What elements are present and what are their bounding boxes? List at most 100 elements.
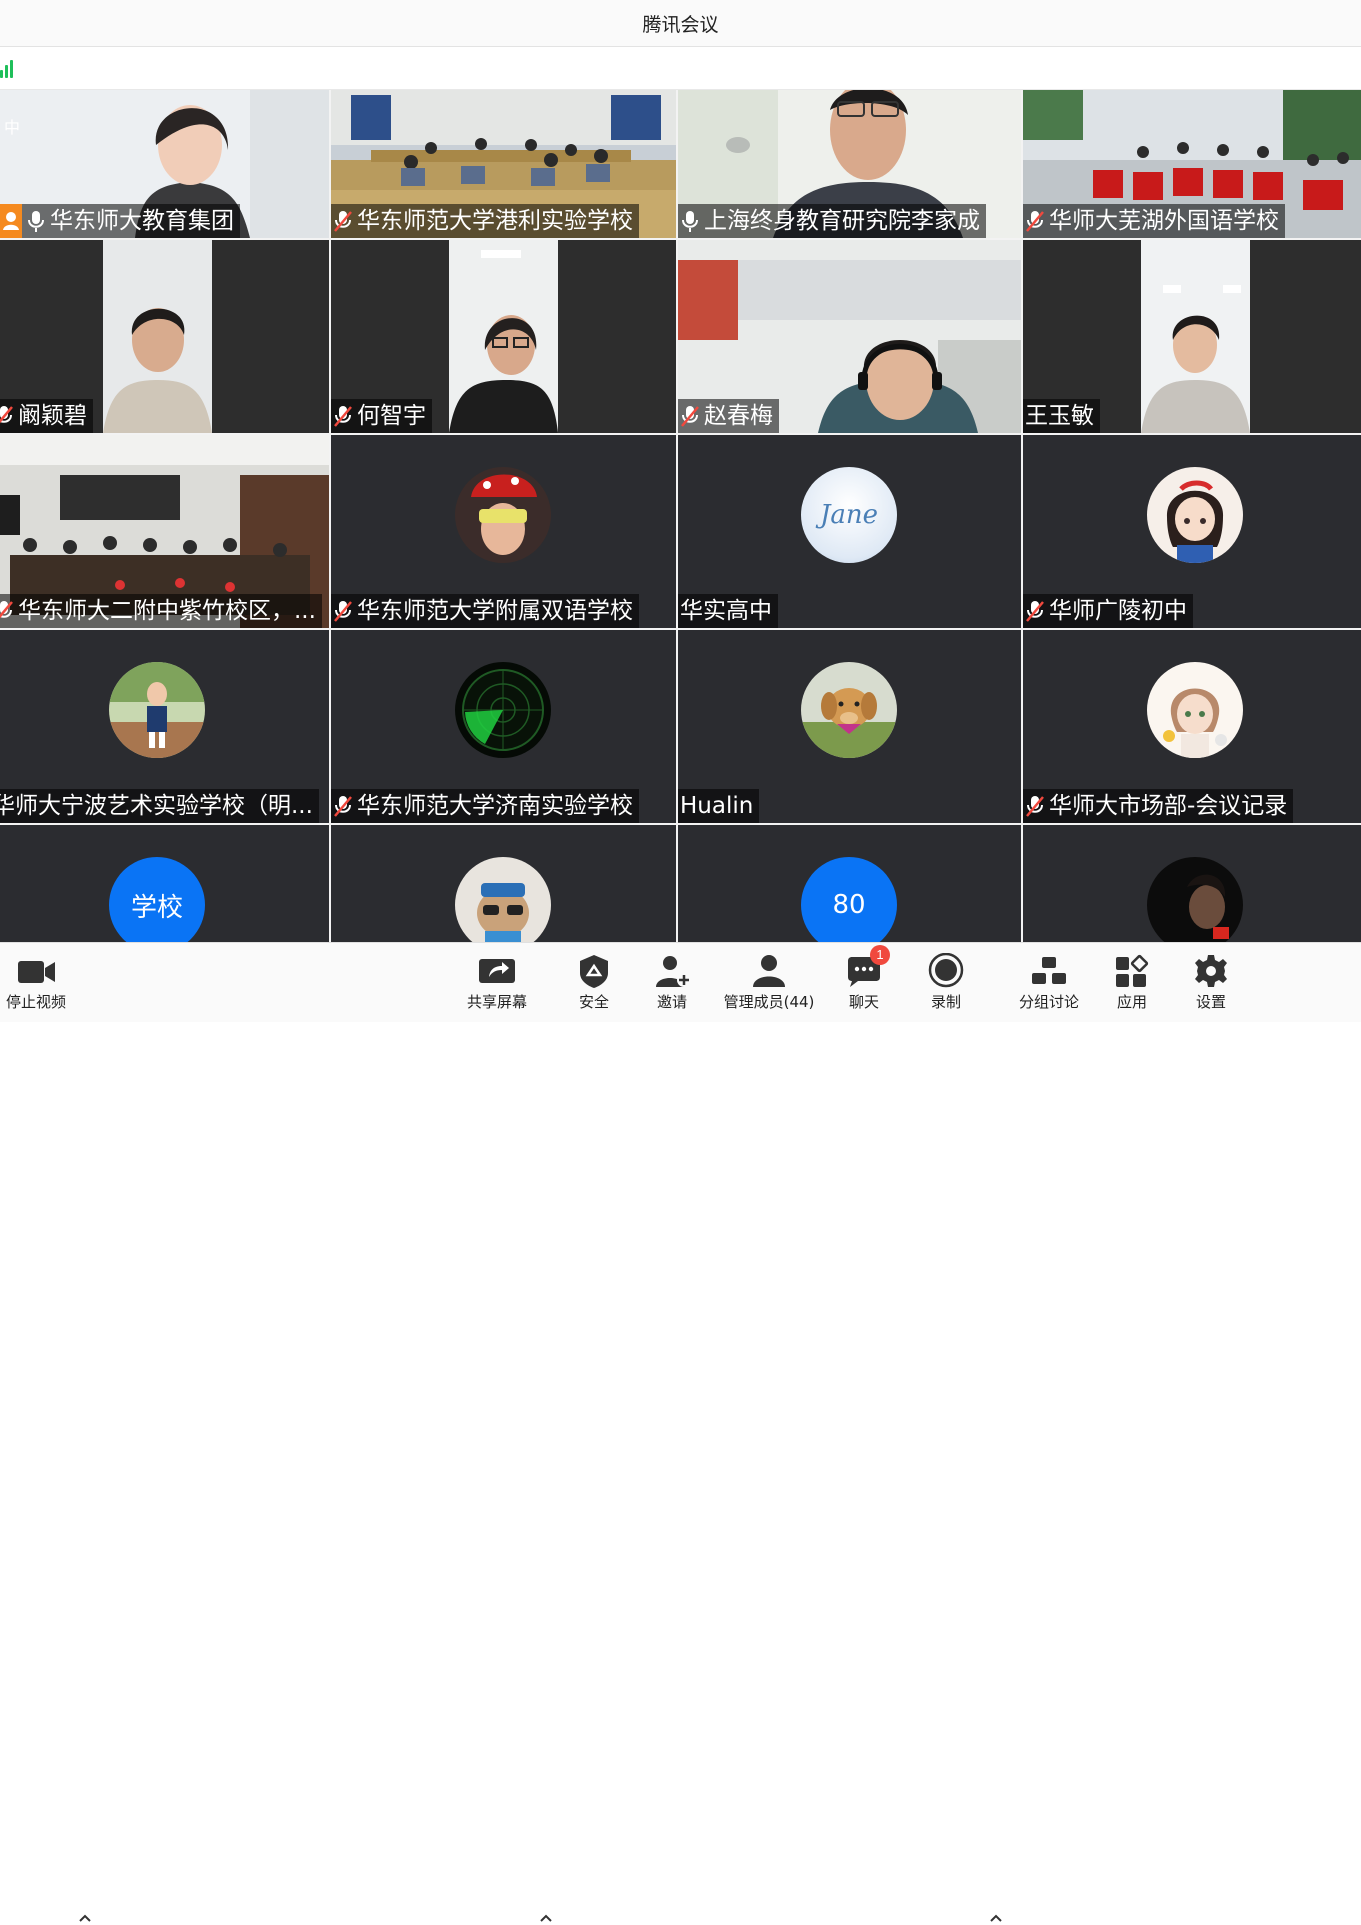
participant-name: 华师大宁波艺术实验学校（明... — [0, 793, 313, 819]
manage-members-button[interactable]: 管理成员(44) — [718, 943, 820, 1022]
stop-video-label: 停止视频 — [5, 993, 66, 1011]
video-tile[interactable]: 华师大宁波艺术实验学校（明... — [0, 630, 329, 823]
security-button[interactable]: 安全 — [570, 943, 618, 1022]
apps-button[interactable]: 应用 — [1108, 943, 1156, 1022]
share-screen-icon — [475, 953, 519, 989]
microphone-muted-icon — [333, 599, 353, 623]
video-tile[interactable]: 华东师大二附中紫竹校区，... — [0, 435, 329, 628]
video-tile[interactable]: 赵春梅 — [678, 240, 1021, 433]
invite-button[interactable]: 邀请 — [648, 943, 696, 1022]
title-bar: 腾讯会议 — [0, 0, 1361, 47]
breakout-rooms-label: 分组讨论 — [1018, 993, 1079, 1011]
participant-label: 王玉敏 — [1023, 399, 1100, 433]
participant-avatar — [455, 467, 551, 563]
video-tile[interactable]: 阚颖碧 — [0, 240, 329, 433]
participant-avatar: 学校 — [109, 857, 205, 942]
participant-name: 上海终身教育研究院李家成 — [704, 208, 980, 234]
participant-label: 华师大宁波艺术实验学校（明... — [0, 789, 319, 823]
participant-avatar — [1147, 662, 1243, 758]
breakout-rooms-icon — [1027, 953, 1071, 989]
microphone-muted-icon — [333, 404, 353, 428]
participant-avatar — [455, 857, 551, 942]
video-tile[interactable] — [1023, 825, 1361, 942]
participant-label: 华师大芜湖外国语学校 — [1023, 204, 1285, 238]
apps-grid-icon — [1110, 953, 1154, 989]
share-options-chevron-icon[interactable] — [539, 1911, 553, 1925]
video-tile[interactable]: 学校 — [0, 825, 329, 942]
participant-name: 赵春梅 — [704, 403, 773, 429]
microphone-muted-icon — [1025, 794, 1045, 818]
participant-label: 上海终身教育研究院李家成 — [678, 204, 986, 238]
video-tile[interactable]: 华师大芜湖外国语学校 — [1023, 90, 1361, 238]
avatar-text: Jane — [819, 500, 879, 530]
participant-name: 王玉敏 — [1025, 403, 1094, 429]
participant-name: 华东师范大学济南实验学校 — [357, 793, 633, 819]
microphone-muted-icon — [333, 794, 353, 818]
participant-name: 华东师范大学附属双语学校 — [357, 598, 633, 624]
video-tile[interactable]: 华师广陵初中 — [1023, 435, 1361, 628]
share-screen-label: 共享屏幕 — [466, 993, 527, 1011]
participant-avatar — [1147, 857, 1243, 942]
video-tile[interactable]: 何智宇 — [331, 240, 676, 433]
microphone-muted-icon — [1025, 599, 1045, 623]
host-icon — [0, 204, 22, 238]
participant-label: 华东师范大学港利实验学校 — [331, 204, 639, 238]
record-label: 录制 — [930, 993, 961, 1011]
participant-label: 华师广陵初中 — [1023, 594, 1193, 628]
settings-button[interactable]: 设置 — [1187, 943, 1235, 1022]
participant-label: 华东师大教育集团 — [0, 204, 240, 238]
participant-name: 何智宇 — [357, 403, 426, 429]
microphone-icon — [680, 209, 700, 233]
video-tile[interactable]: 华东师范大学港利实验学校 — [331, 90, 676, 238]
record-icon — [924, 952, 968, 989]
participant-label: 阚颖碧 — [0, 399, 93, 433]
participant-avatar — [801, 662, 897, 758]
microphone-icon — [26, 209, 46, 233]
participant-label: 华实高中 — [678, 594, 778, 628]
video-tile[interactable]: 华师大市场部-会议记录 — [1023, 630, 1361, 823]
participant-name: Hualin — [680, 793, 754, 819]
participant-avatar — [109, 662, 205, 758]
record-options-chevron-icon[interactable] — [989, 1911, 1003, 1925]
video-tile[interactable] — [331, 825, 676, 942]
participant-avatar — [1147, 467, 1243, 563]
video-tile[interactable]: 华东师范大学济南实验学校 — [331, 630, 676, 823]
video-tile[interactable]: 上海终身教育研究院李家成 — [678, 90, 1021, 238]
manage-members-label: 管理成员(44) — [723, 993, 815, 1011]
members-icon — [747, 953, 791, 989]
video-camera-icon — [14, 953, 58, 989]
video-tile[interactable]: Hualin — [678, 630, 1021, 823]
participant-label: 华东师范大学济南实验学校 — [331, 789, 639, 823]
share-screen-button[interactable]: 共享屏幕 — [460, 943, 534, 1022]
video-options-chevron-icon[interactable] — [78, 1911, 92, 1925]
participant-avatar: Jane — [801, 467, 897, 563]
video-tile[interactable]: 80 — [678, 825, 1021, 942]
microphone-muted-icon — [680, 404, 700, 428]
record-button[interactable]: 录制 — [922, 943, 970, 1022]
participant-label: 华师大市场部-会议记录 — [1023, 789, 1294, 823]
microphone-muted-icon — [0, 599, 14, 623]
meeting-toolbar: 停止视频 共享屏幕 安全 邀请 管理成员(44) 1 聊天 录制 分组讨论 应用… — [0, 942, 1361, 1922]
network-signal-icon[interactable] — [0, 58, 14, 78]
chat-button[interactable]: 1 聊天 — [840, 943, 890, 1022]
breakout-rooms-button[interactable]: 分组讨论 — [1012, 943, 1086, 1022]
chat-unread-badge: 1 — [870, 945, 890, 965]
add-user-icon — [650, 953, 694, 989]
apps-label: 应用 — [1116, 993, 1147, 1011]
stop-video-button[interactable]: 停止视频 — [0, 943, 72, 1022]
video-tile[interactable]: Jane 华实高中 — [678, 435, 1021, 628]
participant-name: 华东师大二附中紫竹校区，... — [18, 598, 316, 624]
video-tile[interactable]: 华东师范大学附属双语学校 — [331, 435, 676, 628]
chat-label: 聊天 — [848, 993, 879, 1011]
video-tile[interactable]: 中 华东师大教育集团 — [0, 90, 329, 238]
meeting-info-bar — [0, 47, 1361, 90]
participant-name: 华师广陵初中 — [1049, 598, 1187, 624]
shield-icon — [572, 953, 616, 989]
microphone-muted-icon — [1025, 209, 1045, 233]
participant-name: 华师大市场部-会议记录 — [1049, 793, 1288, 819]
video-tile[interactable]: 王玉敏 — [1023, 240, 1361, 433]
side-glyph: 中 — [4, 120, 21, 137]
participant-name: 阚颖碧 — [18, 403, 87, 429]
microphone-muted-icon — [333, 209, 353, 233]
microphone-muted-icon — [0, 404, 14, 428]
